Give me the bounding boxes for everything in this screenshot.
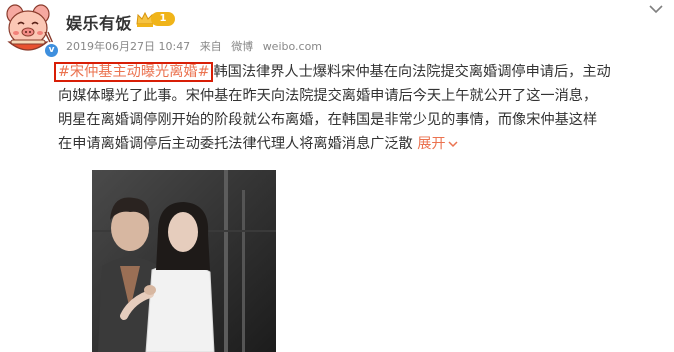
- verified-badge-icon: v: [43, 42, 60, 59]
- source-app[interactable]: 微博: [231, 40, 253, 53]
- vip-level: 1: [151, 12, 175, 26]
- chevron-down-icon: [448, 141, 458, 148]
- couple-photo-illustration: [92, 170, 276, 352]
- vip-badge[interactable]: 1: [135, 10, 177, 28]
- post-line: 在申请离婚调停后主动委托法律代理人将离婚消息广泛散 展开: [58, 132, 668, 156]
- hashtag-link[interactable]: #宋仲基主动曝光离婚#: [54, 62, 214, 82]
- post-text: 韩国法律界人士爆料宋仲基在向法院提交离婚调停申请后，主动: [213, 64, 611, 80]
- expand-link[interactable]: 展开: [417, 136, 458, 152]
- post-meta: 2019年06月27日 10:47 来自 微博 weibo.com: [66, 38, 328, 54]
- post-line: 明星在离婚调停刚开始的阶段就公布离婚，在韩国是非常少见的事情，而像宋仲基这样: [58, 112, 598, 128]
- chevron-down-icon[interactable]: [646, 2, 666, 16]
- source-site: weibo.com: [262, 40, 323, 53]
- post-timestamp[interactable]: 2019年06月27日 10:47: [66, 40, 190, 53]
- weibo-post: v 娱乐有饭 1 2019年06月27日 10:47 来自 微博 weibo.c…: [0, 0, 674, 352]
- post-line: 向媒体曝光了此事。宋仲基在昨天向法院提交离婚申请后今天上午就公开了这一消息，: [58, 88, 598, 104]
- post-content: #宋仲基主动曝光离婚# 韩国法律界人士爆料宋仲基在向法院提交离婚调停申请后，主动 …: [54, 60, 668, 156]
- source-label: 来自: [199, 40, 222, 53]
- user-name[interactable]: 娱乐有饭: [66, 10, 132, 34]
- post-text: 在申请离婚调停后主动委托法律代理人将离婚消息广泛散: [58, 136, 413, 152]
- expand-label: 展开: [417, 136, 446, 152]
- avatar[interactable]: v: [1, 2, 60, 59]
- post-photo[interactable]: [92, 170, 276, 352]
- post-line: #宋仲基主动曝光离婚# 韩国法律界人士爆料宋仲基在向法院提交离婚调停申请后，主动: [54, 60, 668, 84]
